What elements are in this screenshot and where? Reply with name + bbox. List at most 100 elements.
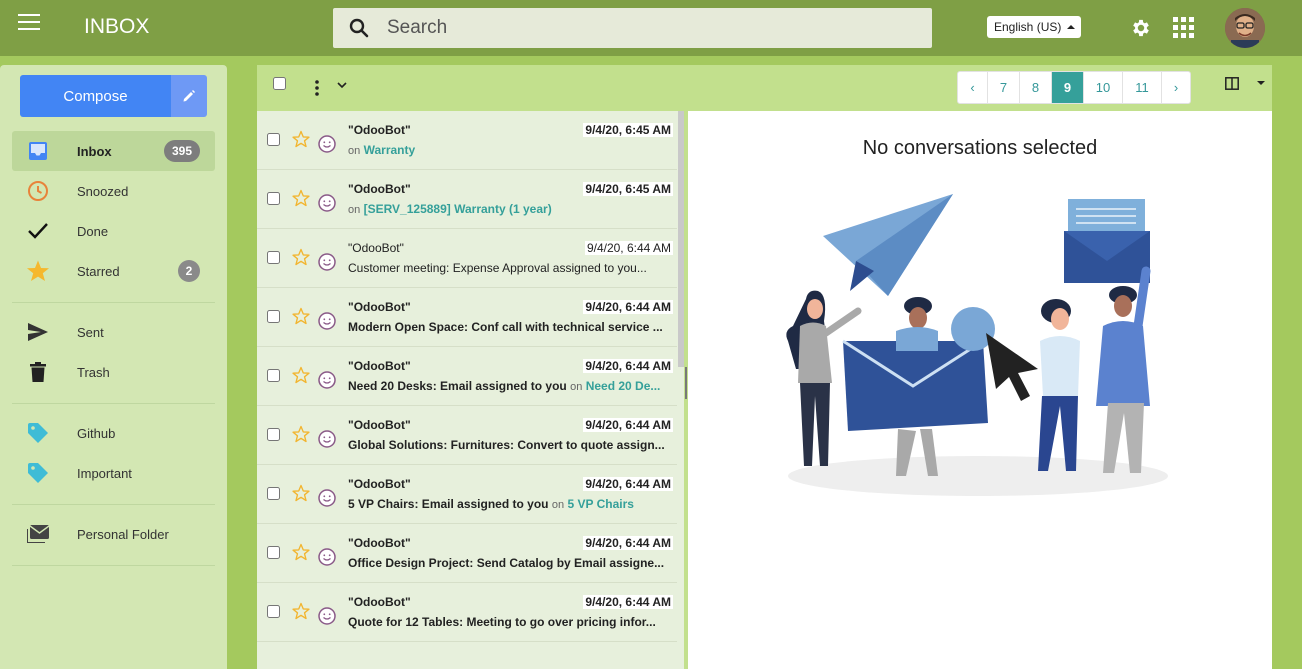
- pager-next-button[interactable]: ›: [1162, 72, 1190, 103]
- thread-sender: "OdooBot": [348, 241, 404, 255]
- sidebar-item-inbox[interactable]: Inbox 395: [12, 131, 215, 171]
- star-outline-icon[interactable]: [292, 366, 310, 384]
- pager-page-11[interactable]: 11: [1123, 72, 1162, 103]
- thread-record-link[interactable]: [SERV_125889] Warranty (1 year): [364, 202, 552, 216]
- thread-sender: "OdooBot": [348, 300, 411, 314]
- sidebar-divider: [12, 565, 215, 566]
- thread-row[interactable]: "OdooBot" 9/4/20, 6:44 AM 5 VP Chairs: Ema…: [257, 465, 677, 524]
- star-outline-icon[interactable]: [292, 189, 310, 207]
- star-outline-icon[interactable]: [292, 484, 310, 502]
- thread-subject: Customer meeting: Expense Approval assig…: [348, 261, 647, 275]
- sidebar-item-label: Important: [77, 465, 132, 481]
- sidebar-item-important[interactable]: Important: [12, 453, 215, 493]
- thread-preview: Global Solutions: Furnitures: Convert to…: [348, 438, 668, 452]
- folder-mail-icon: [27, 525, 49, 543]
- apps-grid-icon[interactable]: [1173, 17, 1194, 38]
- sidebar-item-label: Personal Folder: [77, 526, 169, 542]
- thread-record-link[interactable]: Need 20 De...: [586, 379, 661, 393]
- sidebar-item-label: Snoozed: [77, 183, 129, 199]
- compose-button[interactable]: Compose: [20, 75, 171, 117]
- thread-checkbox[interactable]: [267, 310, 280, 323]
- thread-checkbox[interactable]: [267, 428, 280, 441]
- thread-preview: Quote for 12 Tables: Meeting to go over …: [348, 615, 668, 629]
- chevron-down-icon[interactable]: [337, 82, 347, 89]
- language-select-value: English (US): [994, 20, 1062, 34]
- sidebar-item-starred[interactable]: Starred 2: [12, 251, 215, 291]
- star-outline-icon[interactable]: [292, 543, 310, 561]
- thread-checkbox[interactable]: [267, 192, 280, 205]
- reading-pane: No conversations selected: [688, 111, 1272, 669]
- thread-on-label: on: [551, 499, 565, 511]
- thread-checkbox[interactable]: [267, 487, 280, 500]
- thread-date: 9/4/20, 6:45 AM: [583, 182, 673, 196]
- search-input[interactable]: [387, 14, 907, 42]
- smiley-avatar-icon: [318, 548, 336, 566]
- user-avatar[interactable]: [1225, 8, 1265, 48]
- thread-checkbox[interactable]: [267, 369, 280, 382]
- inbox-icon: [29, 142, 47, 160]
- sidebar-item-personal-folder[interactable]: Personal Folder: [12, 514, 215, 554]
- starred-count-badge: 2: [178, 260, 200, 282]
- pager-page-9[interactable]: 9: [1052, 72, 1084, 103]
- thread-date: 9/4/20, 6:45 AM: [583, 123, 673, 137]
- thread-date: 9/4/20, 6:44 AM: [583, 536, 673, 550]
- thread-subject: Need 20 Desks: Email assigned to you: [348, 379, 567, 393]
- thread-sender: "OdooBot": [348, 123, 411, 137]
- thread-row[interactable]: "OdooBot" 9/4/20, 6:44 AM Global Solutions…: [257, 406, 677, 465]
- list-toolbar: ‹ 7 8 9 10 11 ›: [257, 65, 1272, 111]
- thread-row[interactable]: "OdooBot" 9/4/20, 6:45 AM on Warranty: [257, 111, 677, 170]
- thread-date: 9/4/20, 6:44 AM: [583, 418, 673, 432]
- pager-page-10[interactable]: 10: [1084, 72, 1123, 103]
- thread-record-link[interactable]: 5 VP Chairs: [567, 497, 633, 511]
- thread-sender: "OdooBot": [348, 359, 411, 373]
- star-outline-icon[interactable]: [292, 248, 310, 266]
- menu-icon[interactable]: [18, 14, 40, 32]
- smiley-avatar-icon: [318, 430, 336, 448]
- thread-preview: Office Design Project: Send Catalog by E…: [348, 556, 668, 570]
- pager-page-8[interactable]: 8: [1020, 72, 1052, 103]
- smiley-avatar-icon: [318, 135, 336, 153]
- thread-checkbox[interactable]: [267, 605, 280, 618]
- sidebar-divider: [12, 302, 215, 303]
- thread-preview: Need 20 Desks: Email assigned to you on …: [348, 379, 668, 393]
- star-outline-icon[interactable]: [292, 130, 310, 148]
- gear-icon[interactable]: [1130, 17, 1152, 39]
- split-view-icon[interactable]: [1225, 77, 1239, 90]
- app-title: INBOX: [84, 15, 150, 38]
- sidebar-item-done[interactable]: Done: [12, 211, 215, 251]
- caret-down-icon[interactable]: [1257, 81, 1265, 85]
- sidebar-item-snoozed[interactable]: Snoozed: [12, 171, 215, 211]
- thread-on-label: on: [348, 145, 361, 157]
- search-box[interactable]: [333, 8, 932, 48]
- smiley-avatar-icon: [318, 312, 336, 330]
- more-actions-icon[interactable]: [315, 80, 319, 96]
- thread-list: "OdooBot" 9/4/20, 6:45 AM on Warranty "Odoo…: [257, 111, 684, 669]
- language-select[interactable]: English (US): [987, 16, 1081, 38]
- thread-record-link[interactable]: Warranty: [364, 143, 416, 157]
- smiley-avatar-icon: [318, 253, 336, 271]
- thread-row[interactable]: "OdooBot" 9/4/20, 6:44 AM Modern Open Spac…: [257, 288, 677, 347]
- thread-row[interactable]: "OdooBot" 9/4/20, 6:45 AM on [SERV_125889]…: [257, 170, 677, 229]
- thread-checkbox[interactable]: [267, 546, 280, 559]
- thread-row[interactable]: "OdooBot" 9/4/20, 6:44 AM Office Design Pr…: [257, 524, 677, 583]
- thread-row[interactable]: "OdooBot" 9/4/20, 6:44 AM Quote for 12 Tab…: [257, 583, 677, 642]
- pager-page-7[interactable]: 7: [988, 72, 1020, 103]
- select-all-checkbox[interactable]: [273, 77, 286, 90]
- sidebar-item-github[interactable]: Github: [12, 413, 215, 453]
- pager-prev-button[interactable]: ‹: [958, 72, 988, 103]
- thread-checkbox[interactable]: [267, 251, 280, 264]
- sidebar-divider: [12, 403, 215, 404]
- star-outline-icon[interactable]: [292, 307, 310, 325]
- compose-edit-button[interactable]: [171, 75, 207, 117]
- sidebar-item-trash[interactable]: Trash: [12, 352, 215, 392]
- star-outline-icon[interactable]: [292, 602, 310, 620]
- thread-checkbox[interactable]: [267, 133, 280, 146]
- sidebar-item-sent[interactable]: Sent: [12, 312, 215, 352]
- check-icon: [28, 223, 48, 239]
- splitter-grip[interactable]: [685, 367, 687, 399]
- thread-row[interactable]: "OdooBot" 9/4/20, 6:44 AM Customer meeting…: [257, 229, 677, 288]
- thread-row[interactable]: "OdooBot" 9/4/20, 6:44 AM Need 20 Desks: E…: [257, 347, 677, 406]
- empty-state-message: No conversations selected: [862, 137, 1098, 159]
- star-outline-icon[interactable]: [292, 425, 310, 443]
- top-bar: INBOX English (US): [0, 0, 1302, 56]
